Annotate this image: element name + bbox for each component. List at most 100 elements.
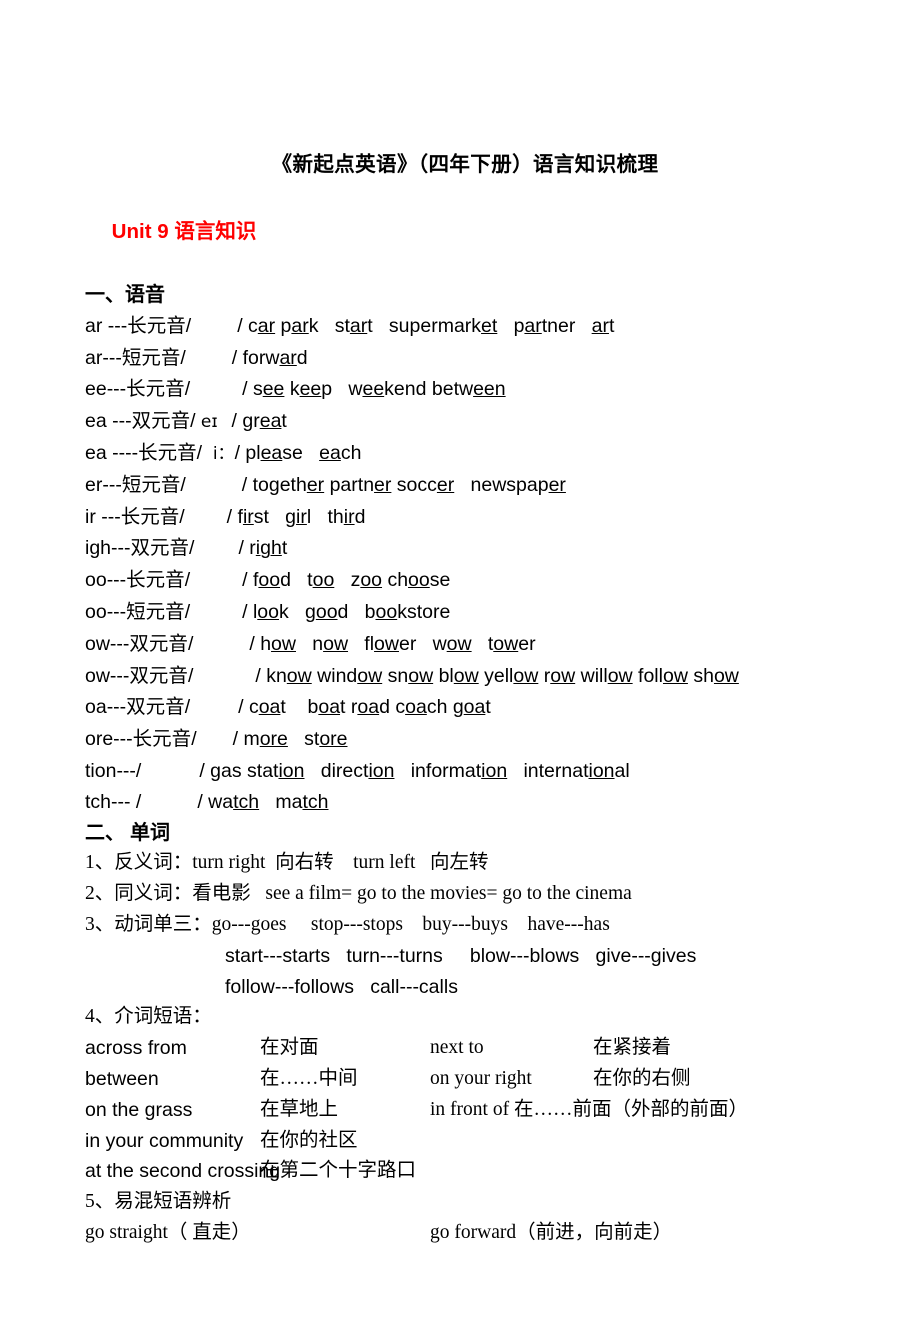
vocab-item-third-person-verbs: 3、动词单三：go---goes stop---stops buy---buys… [85, 913, 610, 935]
phonics-vowel-type: 长元音 [120, 506, 180, 528]
preposition-cn-left: 在第二个十字路口 [260, 1160, 417, 1182]
phonics-list: ar ---长元音/ / car park start supermarket p… [85, 311, 845, 818]
phonics-pattern: er---短元音/ [85, 473, 186, 496]
preposition-en-left: between [85, 1067, 159, 1090]
phonics-vowel-type: 双元音 [129, 665, 188, 687]
phonics-examples: / great [231, 410, 287, 433]
vocab-item-prepositions-label: 4、介词短语： [85, 1006, 212, 1028]
phonics-vowel-type: 短元音 [121, 474, 181, 496]
phonics-row: ea ----长元音/ i：/ please each [85, 438, 845, 470]
phonics-row: ar ---长元音/ / car park start supermarket p… [85, 311, 845, 343]
section-heading-vocabulary: 二、 单词 [85, 821, 170, 844]
preposition-en-left: in your community [85, 1129, 244, 1152]
phonics-row: oa---双元音/ / coat boat road coach goat [85, 692, 845, 724]
preposition-cn-left: 在你的社区 [260, 1129, 358, 1151]
phonics-row: ee---长元音/ / see keep weekend between [85, 374, 845, 406]
phonics-row: er---短元音/ / together partner soccer newsp… [85, 470, 845, 502]
phonics-examples: / car park start supermarket partner art [237, 314, 615, 337]
confusable-right: go forward（前进，向前走） [430, 1221, 673, 1243]
phonics-vowel-type: 长元音 [126, 570, 185, 592]
phonics-vowel-type: 长元音 [132, 729, 192, 751]
phonics-examples: / first girl third [226, 505, 366, 528]
phonics-row: ir ---长元音/ / first girl third [85, 502, 845, 534]
phonics-examples: / watch match [197, 790, 329, 813]
document-body: 《新起点英语》（四年下册）语言知识梳理 Unit 9 语言知识 一、语音 ar … [85, 150, 845, 1249]
preposition-table: across from 在对面 next to 在紧接着 between 在……中间 on … [85, 1033, 845, 1187]
phonics-ipa: i： [202, 443, 235, 464]
phonics-row: oo---长元音/ / food too zoo choose [85, 565, 845, 597]
confusable-row: go straight（ 直走） go forward（前进，向前走） [85, 1218, 845, 1249]
vocab-item-synonyms: 2、同义词：看电影 see a film= go to the movies= … [85, 883, 632, 905]
phonics-examples: / food too zoo choose [242, 569, 451, 592]
preposition-en-left: across from [85, 1037, 187, 1060]
phonics-examples: / right [238, 537, 288, 560]
phonics-vowel-type: 双元音 [131, 411, 191, 433]
phonics-vowel-type: 长元音 [126, 379, 185, 401]
confusable-left: go straight（ 直走） [85, 1221, 251, 1243]
phonics-examples: / coat boat road coach goat [238, 696, 491, 719]
preposition-cn-left: 在草地上 [260, 1098, 339, 1120]
phonics-row: ow---双元音/ / how now flower wow tower [85, 629, 845, 661]
preposition-row: in your community 在你的社区 [85, 1126, 845, 1157]
page-title: 《新起点英语》（四年下册）语言知识梳理 [271, 154, 659, 176]
phonics-row: ow---双元音/ / know window snow blow yellow … [85, 661, 845, 693]
preposition-en-left: at the second crossing [85, 1160, 281, 1183]
vocab-item-third-person-verbs-line3: follow---follows call---calls [225, 975, 458, 998]
phonics-row: tion---/ / gas station direction informat… [85, 756, 845, 787]
phonics-vowel-type: 双元音 [126, 697, 185, 719]
phonics-examples: / forward [231, 346, 308, 369]
phonics-ipa: eɪ [195, 412, 218, 433]
unit-heading-en: Unit 9 [111, 220, 175, 243]
phonics-examples: / look good bookstore [242, 600, 451, 623]
phonics-examples: / how now flower wow tower [249, 632, 536, 655]
phonics-pattern: oo---长元音/ [85, 569, 191, 592]
preposition-row: at the second crossing 在第二个十字路口 [85, 1156, 845, 1187]
phonics-examples: / gas station direction information inte… [199, 759, 630, 782]
preposition-cn-left: 在……中间 [260, 1067, 358, 1089]
unit-heading: Unit 9 语言知识 [85, 187, 845, 279]
phonics-examples: / see keep weekend between [242, 378, 506, 401]
phonics-pattern: ea ----长元音/ [85, 441, 203, 464]
section-heading-phonetics: 一、语音 [85, 284, 165, 306]
phonics-examples: / please each [234, 441, 362, 464]
phonics-pattern: ea ---双元音/ [85, 410, 196, 433]
phonics-row: oo---短元音/ / look good bookstore [85, 597, 845, 629]
phonics-vowel-type: 长元音 [138, 442, 197, 464]
phonics-row: tch--- / / watch match [85, 787, 845, 818]
document-page: 《新起点英语》（四年下册）语言知识梳理 Unit 9 语言知识 一、语音 ar … [0, 0, 920, 1302]
phonics-vowel-type: 短元音 [121, 347, 181, 369]
phonics-pattern: ow---双元音/ [85, 632, 194, 655]
vocab-item-third-person-verbs-line2: start---starts turn---turns blow---blows… [225, 944, 697, 967]
phonics-pattern: igh---双元音/ [85, 537, 195, 560]
phonics-row: ea ---双元音/ eɪ / great [85, 406, 845, 438]
preposition-row: across from 在对面 next to 在紧接着 [85, 1033, 845, 1064]
vocab-item-antonyms: 1、反义词：turn right 向右转 turn left 向左转 [85, 852, 489, 874]
phonics-vowel-type: 短元音 [126, 601, 185, 623]
phonics-pattern: tion---/ [85, 759, 142, 782]
scan-artifact: ·· [136, 1218, 141, 1226]
phonics-row: igh---双元音/ / right [85, 533, 845, 565]
phonics-pattern: ar ---长元音/ [85, 314, 192, 337]
phonics-pattern: ar---短元音/ [85, 346, 186, 369]
preposition-cn-right: 在你的右侧 [593, 1067, 691, 1089]
phonics-row: ore---长元音/ / more store [85, 724, 845, 756]
preposition-en-right: in front of 在……前面（外部的前面） [430, 1098, 748, 1120]
phonics-row: ar---短元音/ / forward [85, 343, 845, 375]
preposition-en-right: on your right [430, 1067, 532, 1089]
vocab-item-confusables-label: 5、易混短语辨析 [85, 1191, 232, 1213]
phonics-vowel-type: 长元音 [127, 315, 186, 337]
phonics-pattern: ore---长元音/ [85, 728, 197, 751]
preposition-row: between 在……中间 on your right 在你的右侧 [85, 1064, 845, 1095]
phonics-vowel-type: 双元音 [130, 538, 190, 560]
phonics-pattern: oo---短元音/ [85, 600, 191, 623]
preposition-row: on the grass 在草地上 in front of 在……前面（外部的前面） [85, 1095, 845, 1126]
phonics-examples: / together partner soccer newspaper [241, 473, 566, 496]
phonics-pattern: tch--- / [85, 790, 142, 813]
unit-heading-cn: 语言知识 [174, 221, 257, 243]
preposition-cn-left: 在对面 [260, 1037, 319, 1059]
phonics-pattern: ee---长元音/ [85, 378, 191, 401]
phonics-examples: / more store [232, 728, 348, 751]
phonics-examples: / know window snow blow yellow row willo… [255, 664, 739, 687]
phonics-pattern: ir ---长元音/ [85, 505, 185, 528]
preposition-en-left: on the grass [85, 1098, 193, 1121]
